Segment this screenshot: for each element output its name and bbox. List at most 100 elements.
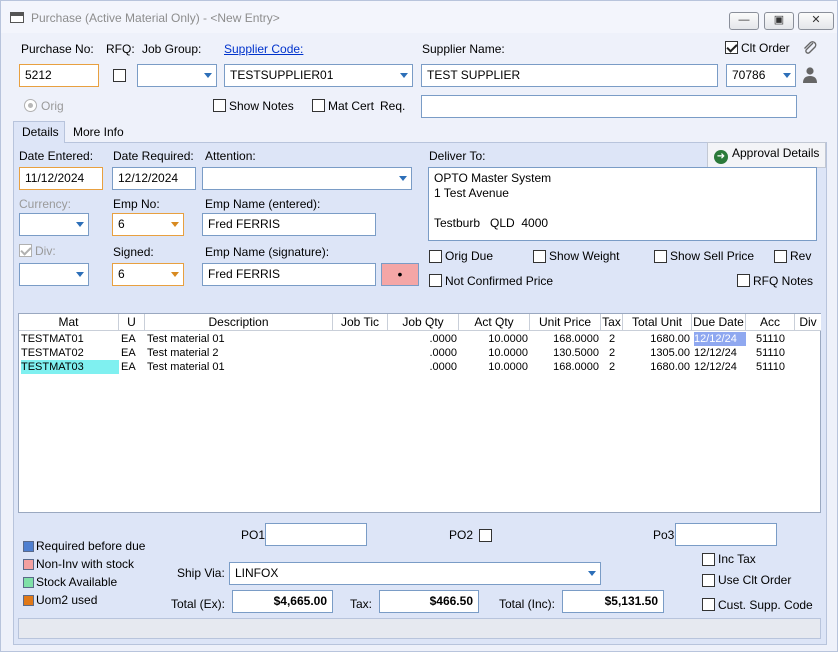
col-header-mat[interactable]: Mat <box>19 314 119 331</box>
cell-unit-price[interactable]: 130.5000 <box>530 346 599 360</box>
signature-button[interactable]: • <box>381 263 419 286</box>
cell-job-qty[interactable]: .0000 <box>388 360 457 374</box>
col-header-div[interactable]: Div <box>795 314 821 331</box>
show-notes-checkbox[interactable] <box>213 99 226 112</box>
supplier-code-link[interactable]: Supplier Code: <box>224 42 303 56</box>
attention-combo[interactable] <box>202 167 412 190</box>
cell-mat[interactable]: TESTMAT01 <box>21 332 119 346</box>
cell-tax[interactable]: 2 <box>601 346 623 360</box>
cell-due-date[interactable]: 12/12/24 <box>694 360 746 374</box>
cell-u[interactable]: EA <box>121 346 145 360</box>
cell-div[interactable] <box>795 332 821 346</box>
cell-job-qty[interactable]: .0000 <box>388 346 457 360</box>
mat-cert-checkbox[interactable] <box>312 99 325 112</box>
cell-unit-price[interactable]: 168.0000 <box>530 332 599 346</box>
cell-mat[interactable]: TESTMAT02 <box>21 346 119 360</box>
cell-job-tic[interactable] <box>333 360 388 374</box>
cell-total-unit[interactable]: 1305.00 <box>623 346 690 360</box>
job-group-combo[interactable] <box>137 64 217 87</box>
orig-radio[interactable] <box>24 99 37 112</box>
ship-via-combo[interactable]: LINFOX <box>229 562 601 585</box>
col-header-job-tic[interactable]: Job Tic <box>333 314 388 331</box>
cust-supp-code-checkbox[interactable] <box>702 598 715 611</box>
date-entered-input[interactable]: 11/12/2024 <box>19 167 103 190</box>
cell-act-qty[interactable]: 10.0000 <box>459 346 528 360</box>
table-row[interactable]: TESTMAT02 EA Test material 2.0000 10.0000 13… <box>19 346 821 360</box>
cell-acc[interactable]: 51110 <box>746 332 795 346</box>
cell-div[interactable] <box>795 360 821 374</box>
paperclip-icon[interactable] <box>801 39 819 57</box>
cell-acc[interactable]: 51110 <box>746 360 795 374</box>
supplier-name-label: Supplier Name: <box>422 42 505 56</box>
date-required-input[interactable]: 12/12/2024 <box>112 167 196 190</box>
cell-total-unit[interactable]: 1680.00 <box>623 332 690 346</box>
inc-tax-checkbox[interactable] <box>702 553 715 566</box>
col-header-unit-price[interactable]: Unit Price <box>530 314 601 331</box>
rfq-checkbox[interactable] <box>113 69 126 82</box>
po2-checkbox[interactable] <box>479 529 492 542</box>
mat-cert-req-input[interactable] <box>421 95 797 118</box>
div-checkbox[interactable] <box>19 244 32 257</box>
div-combo[interactable] <box>19 263 89 286</box>
deliver-to-textarea[interactable]: OPTO Master System 1 Test Avenue Testbur… <box>428 167 817 241</box>
clt-order-combo[interactable]: 70786 <box>726 64 796 87</box>
cell-job-tic[interactable] <box>333 332 388 346</box>
emp-no-combo[interactable]: 6 <box>112 213 184 236</box>
po3-input[interactable] <box>675 523 777 546</box>
cell-tax[interactable]: 2 <box>601 360 623 374</box>
user-icon[interactable] <box>802 66 818 84</box>
materials-grid[interactable]: Mat U Description Job Tic Job Qty Act Qt… <box>18 313 821 513</box>
cell-unit-price[interactable]: 168.0000 <box>530 360 599 374</box>
col-header-act-qty[interactable]: Act Qty <box>459 314 530 331</box>
show-sell-price-checkbox[interactable] <box>654 250 667 263</box>
supplier-code-combo[interactable]: TESTSUPPLIER01 <box>224 64 413 87</box>
not-confirmed-price-checkbox[interactable] <box>429 274 442 287</box>
cell-description[interactable]: Test material 01 <box>147 360 331 374</box>
maximize-button[interactable]: ▣ <box>764 12 794 30</box>
close-button[interactable]: ✕ <box>798 12 834 30</box>
show-weight-checkbox[interactable] <box>533 250 546 263</box>
col-header-job-qty[interactable]: Job Qty <box>388 314 459 331</box>
cell-acc[interactable]: 51110 <box>746 346 795 360</box>
approval-details-label: Approval Details <box>732 146 820 160</box>
tab-more-info[interactable]: More Info <box>65 122 132 144</box>
minimize-button[interactable]: — <box>729 12 759 30</box>
purchase-no-input[interactable]: 5212 <box>19 64 99 87</box>
cell-act-qty[interactable]: 10.0000 <box>459 360 528 374</box>
orig-due-checkbox[interactable] <box>429 250 442 263</box>
col-header-u[interactable]: U <box>119 314 145 331</box>
table-row[interactable]: TESTMAT01 EA Test material 01.0000 10.0000 1… <box>19 332 821 346</box>
emp-name-signature-input[interactable]: Fred FERRIS <box>202 263 376 286</box>
cell-job-qty[interactable]: .0000 <box>388 332 457 346</box>
currency-combo[interactable] <box>19 213 89 236</box>
col-header-description[interactable]: Description <box>145 314 333 331</box>
cell-description[interactable]: Test material 2 <box>147 346 331 360</box>
cell-job-tic[interactable] <box>333 346 388 360</box>
supplier-name-input[interactable]: TEST SUPPLIER <box>421 64 718 87</box>
rev-checkbox[interactable] <box>774 250 787 263</box>
table-row[interactable]: TESTMAT03 EA Test material 01.0000 10.0000 1… <box>19 360 821 374</box>
col-header-due-date[interactable]: Due Date <box>692 314 746 331</box>
cell-due-date[interactable]: 12/12/24 <box>694 346 746 360</box>
cell-act-qty[interactable]: 10.0000 <box>459 332 528 346</box>
cell-u[interactable]: EA <box>121 332 145 346</box>
window-title: Purchase (Active Material Only) - <New E… <box>31 11 280 25</box>
signed-combo[interactable]: 6 <box>112 263 184 286</box>
clt-order-checkbox[interactable] <box>725 41 738 54</box>
cell-tax[interactable]: 2 <box>601 332 623 346</box>
cell-total-unit[interactable]: 1680.00 <box>623 360 690 374</box>
cell-div[interactable] <box>795 346 821 360</box>
approval-details-button[interactable]: ➜ Approval Details <box>707 142 827 168</box>
cell-mat[interactable]: TESTMAT03 <box>21 360 119 374</box>
cell-description[interactable]: Test material 01 <box>147 332 331 346</box>
col-header-total-unit[interactable]: Total Unit <box>623 314 692 331</box>
emp-name-entered-input[interactable]: Fred FERRIS <box>202 213 376 236</box>
po1-input[interactable] <box>265 523 367 546</box>
cell-due-date[interactable]: 12/12/24 <box>694 332 746 346</box>
rfq-notes-checkbox[interactable] <box>737 274 750 287</box>
tab-details[interactable]: Details <box>13 121 65 143</box>
use-clt-order-checkbox[interactable] <box>702 574 715 587</box>
col-header-tax[interactable]: Tax <box>601 314 623 331</box>
col-header-acc[interactable]: Acc <box>746 314 795 331</box>
cell-u[interactable]: EA <box>121 360 145 374</box>
